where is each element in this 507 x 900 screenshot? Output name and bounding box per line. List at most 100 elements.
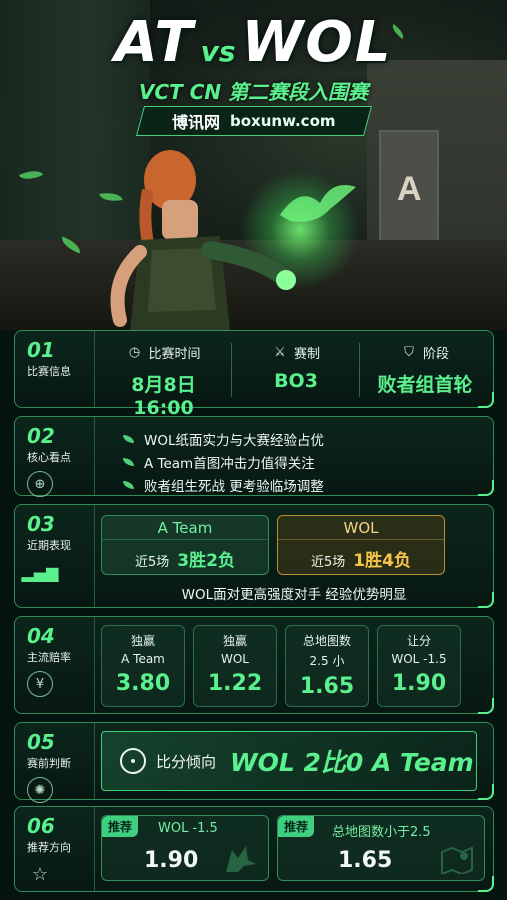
crossed-swords-icon: ⚔: [274, 345, 286, 360]
match-format-label: 赛制: [293, 347, 320, 362]
spirit-bird-image: [280, 185, 356, 222]
section-label: 主流赔率: [27, 651, 71, 664]
match-format: ⚔ 赛制 BO3: [236, 343, 356, 403]
bar-chart-icon: ▂▄▆: [21, 562, 59, 582]
yen-icon: ¥: [27, 671, 53, 697]
prediction-label: 比分倾向: [156, 752, 217, 771]
map-icon: [441, 846, 473, 874]
odds-item: 总地图数 2.5 小 1.65: [285, 625, 369, 707]
highlight-item: 败者组生死战 更考验临场调整: [123, 475, 324, 495]
highlight-text: WOL纸面实力与大赛经验占优: [144, 433, 324, 449]
section-number: 05: [27, 730, 55, 754]
odds-target: WOL: [221, 652, 249, 666]
leaf-icon: [123, 435, 134, 443]
odds-type: 让分: [406, 634, 431, 648]
star-icon: ☆: [31, 863, 49, 885]
odds-type: 独赢: [222, 634, 247, 648]
team-left: AT: [114, 10, 195, 75]
match-stage: ⛉ 阶段 败者组首轮: [363, 343, 487, 403]
odds-card: 04 主流赔率 ¥ 独赢 A Team 3.80 独赢 WOL 1.22 总地图…: [14, 616, 494, 714]
section-label: 推荐方向: [27, 841, 71, 854]
clock-icon: ◷: [128, 345, 141, 360]
divider: [359, 343, 360, 397]
brand-banner: 博讯网 boxunw.com: [135, 106, 373, 136]
lightbulb-icon: ✺: [27, 777, 53, 803]
pick-odds: 1.65: [338, 848, 393, 873]
team-a-record: 3胜2负: [177, 551, 235, 571]
pick-item: 推荐 WOL -1.5 1.90: [101, 815, 269, 881]
team-a-form: A Team 近5场 3胜2负: [101, 515, 269, 575]
odds-value: 1.90: [391, 671, 447, 696]
pick-odds: 1.90: [144, 848, 199, 873]
team-a-span: 近5场: [135, 555, 170, 570]
pick-tag: 推荐: [102, 816, 139, 837]
section-side: 02 核心看点 ⊕: [15, 417, 95, 497]
section-side: 01 比赛信息: [15, 331, 95, 407]
highlight-text: 败者组生死战 更考验临场调整: [144, 479, 324, 495]
odds-value: 1.65: [299, 674, 355, 699]
section-number: 01: [27, 338, 55, 362]
vs-label: vs: [200, 35, 236, 68]
odds-target: A Team: [121, 652, 165, 666]
section-label: 近期表现: [27, 539, 71, 552]
team-a-name: A Team: [102, 516, 268, 540]
match-time: ◷ 比赛时间 8月8日 16:00: [101, 343, 226, 419]
wol-record: 1胜4负: [353, 551, 411, 571]
crosshair-icon: ⊕: [27, 471, 53, 497]
highlight-item: A Team首图冲击力值得关注: [123, 452, 315, 472]
leaf-icon: [123, 458, 134, 466]
wol-form: WOL 近5场 1胜4负: [277, 515, 445, 575]
event-subtitle: VCT CN 第二赛段入围赛: [138, 80, 369, 104]
odds-target: 2.5 小: [309, 654, 345, 668]
brand-url: boxunw.com: [230, 112, 336, 130]
leaf-icon: [123, 481, 134, 489]
pick-item: 推荐 总地图数小于2.5 1.65: [277, 815, 485, 881]
section-side: 04 主流赔率 ¥: [15, 617, 95, 713]
team-right: WOL: [241, 10, 393, 75]
section-label: 比赛信息: [27, 365, 71, 378]
section-label: 核心看点: [27, 451, 71, 464]
prediction-result: WOL 2比0 A Team: [230, 748, 474, 777]
prediction-card: 05 赛前判断 ✺ 比分倾向 WOL 2比0 A Team: [14, 722, 494, 803]
wol-name: WOL: [278, 516, 444, 540]
match-title: AT vs WOL: [0, 10, 507, 75]
highlight-text: A Team首图冲击力值得关注: [144, 456, 315, 472]
odds-item: 独赢 WOL 1.22: [193, 625, 277, 707]
recent-form-card: 03 近期表现 ▂▄▆ A Team 近5场 3胜2负 WOL 近5场 1胜4负 W…: [14, 504, 494, 608]
match-format-value: BO3: [274, 370, 318, 392]
pick-bet: 总地图数小于2.5: [332, 825, 431, 840]
emblem-icon: ⛉: [404, 345, 414, 360]
odds-value: 1.22: [207, 671, 263, 696]
section-number: 02: [27, 424, 55, 448]
crosshair-icon: [120, 748, 146, 774]
match-time-label: 比赛时间: [148, 347, 201, 362]
agent-character-image: [110, 150, 296, 330]
odds-target: WOL -1.5: [391, 652, 447, 666]
odds-item: 让分 WOL -1.5 1.90: [377, 625, 461, 707]
highlight-item: WOL纸面实力与大赛经验占优: [123, 429, 324, 449]
section-number: 04: [27, 624, 55, 648]
wol-span: 近5场: [311, 555, 346, 570]
match-info-card: 01 比赛信息 ◷ 比赛时间 8月8日 16:00 ⚔ 赛制 BO3 ⛉ 阶段 败者组…: [14, 330, 494, 419]
wolf-icon: [226, 846, 256, 872]
section-side: 05 赛前判断 ✺: [15, 723, 95, 803]
hero-banner: A AT vs WOL VCT CN 第二赛段入围赛 博讯网 boxunw.com: [0, 0, 507, 330]
match-stage-label: 阶段: [422, 347, 449, 362]
form-note: WOL面对更高强度对手 经验优势明显: [181, 587, 407, 603]
section-label: 赛前判断: [27, 757, 71, 770]
pick-tag: 推荐: [278, 816, 315, 837]
divider: [231, 343, 232, 397]
picks-card: 06 推荐方向 ☆ 推荐 WOL -1.5 1.90 推荐 总地图数小于2.5 …: [14, 806, 494, 892]
score-prediction: 比分倾向 WOL 2比0 A Team: [101, 731, 477, 791]
odds-item: 独赢 A Team 3.80: [101, 625, 185, 707]
section-side: 03 近期表现 ▂▄▆: [15, 505, 95, 607]
match-time-value: 8月8日 16:00: [131, 374, 196, 419]
odds-value: 3.80: [115, 671, 171, 696]
brand-name: 博讯网: [172, 113, 221, 132]
section-number: 06: [27, 814, 55, 838]
highlights-card: 02 核心看点 ⊕ WOL纸面实力与大赛经验占优 A Team首图冲击力值得关注…: [14, 416, 494, 497]
section-number: 03: [27, 512, 55, 536]
pick-bet: WOL -1.5: [158, 821, 218, 836]
section-side: 06 推荐方向 ☆: [15, 807, 95, 891]
odds-type: 总地图数: [302, 634, 351, 648]
